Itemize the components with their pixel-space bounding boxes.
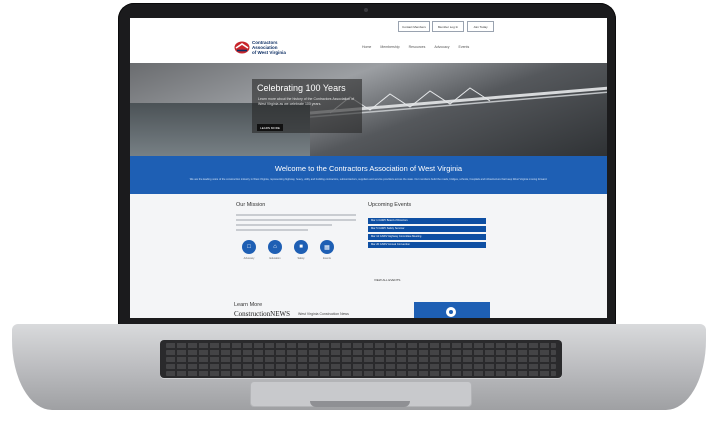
mission-item[interactable]: ⌂ Education xyxy=(268,240,282,260)
site-header: Contractors Association of West Virginia… xyxy=(130,33,607,63)
member-login-button[interactable]: Member Log In xyxy=(432,21,464,32)
event-item[interactable]: Mar 20 CAWV Annual Convention xyxy=(368,242,486,248)
contact-members-button[interactable]: Contact Members xyxy=(398,21,430,32)
mission-item[interactable]: ▦ Events xyxy=(320,240,334,260)
mission-icon-label: Education xyxy=(269,257,281,260)
nav-resources[interactable]: Resources xyxy=(409,45,426,49)
mission-icons: □ Advocacy ⌂ Education ■ Safety ▦ Events xyxy=(242,240,334,260)
learn-more-button[interactable]: LEARN MORE xyxy=(257,124,283,131)
shield-icon: ■ xyxy=(294,240,308,254)
learn-more-title: Learn More xyxy=(234,302,263,308)
construction-news-logo[interactable]: ConstructionNEWS xyxy=(234,310,290,318)
event-item[interactable]: Mar 12 CAWV Highway Committee Meeting xyxy=(368,234,486,240)
event-item[interactable]: Mar 1 CAWV Board of Directors xyxy=(368,218,486,224)
mission-item[interactable]: □ Advocacy xyxy=(242,240,256,260)
welcome-title: Welcome to the Contractors Association o… xyxy=(274,164,463,173)
brand-name[interactable]: Contractors Association of West Virginia xyxy=(252,40,286,55)
brand-line: of West Virginia xyxy=(252,50,286,55)
mission-title: Our Mission xyxy=(236,202,266,208)
mission-icon-label: Events xyxy=(323,257,331,260)
nav-home[interactable]: Home xyxy=(362,45,371,49)
home-icon: ⌂ xyxy=(268,240,282,254)
cawv-logo-icon[interactable] xyxy=(234,41,250,54)
join-today-button[interactable]: Join Today xyxy=(467,21,494,32)
content-area: Our Mission □ Advocacy ⌂ Education ■ Saf… xyxy=(130,194,607,318)
news-title[interactable]: West Virginia Construction News xyxy=(298,312,349,316)
hero-description: Learn more about the history of the Cont… xyxy=(258,97,355,106)
mission-text xyxy=(236,214,356,234)
hero-title: Celebrating 100 Years xyxy=(257,83,346,93)
main-nav: Home Membership Resources Advocacy Event… xyxy=(362,45,469,49)
view-all-events-link[interactable]: VIEW ALL EVENTS xyxy=(374,278,400,282)
building-icon: □ xyxy=(242,240,256,254)
welcome-section: Welcome to the Contractors Association o… xyxy=(130,156,607,194)
mission-item[interactable]: ■ Safety xyxy=(294,240,308,260)
mission-icon-label: Safety xyxy=(297,257,305,260)
calendar-icon: ▦ xyxy=(320,240,334,254)
website-screen: Contact Members Member Log In Join Today… xyxy=(130,18,607,318)
hero-banner: Celebrating 100 Years Learn more about t… xyxy=(130,63,607,156)
mission-icon-label: Advocacy xyxy=(243,257,255,260)
lid-notch xyxy=(310,401,410,407)
event-item[interactable]: Mar 5 CAWV Safety Seminar xyxy=(368,226,486,232)
nav-events[interactable]: Events xyxy=(459,45,470,49)
webcam xyxy=(364,8,368,12)
events-title: Upcoming Events xyxy=(368,202,412,208)
keyboard xyxy=(160,340,562,378)
welcome-text: We are the leading voice of the construc… xyxy=(189,178,548,181)
nav-membership[interactable]: Membership xyxy=(380,45,399,49)
emblem-center xyxy=(449,310,453,314)
utility-bar: Contact Members Member Log In Join Today xyxy=(130,18,607,33)
nav-advocacy[interactable]: Advocacy xyxy=(434,45,449,49)
